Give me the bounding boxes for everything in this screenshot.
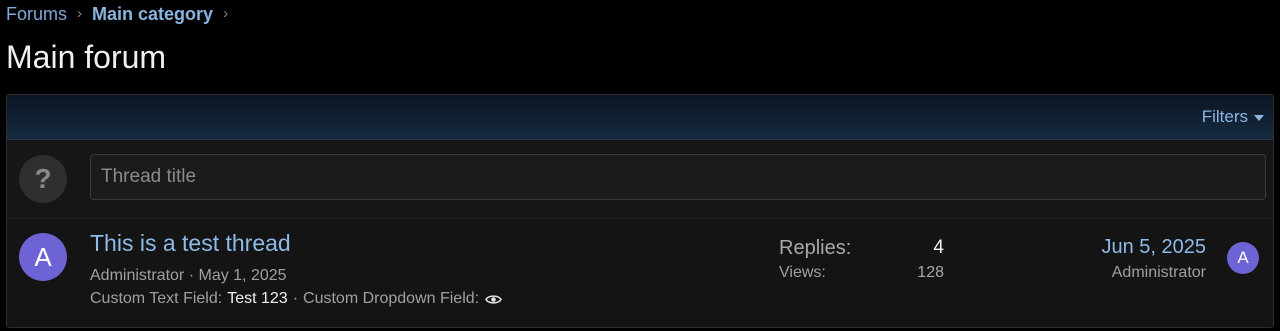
custom-text-field-value: Test 123 — [227, 290, 288, 307]
thread-title-link[interactable]: This is a test thread — [90, 229, 291, 257]
meta-separator: · — [188, 267, 195, 284]
field-separator: · — [292, 290, 299, 307]
thread-stats: Replies: 4 Views: 128 — [779, 236, 944, 284]
custom-text-field-label: Custom Text Field: — [90, 290, 223, 307]
filters-button[interactable]: Filters — [1202, 107, 1264, 127]
eye-icon — [485, 293, 502, 306]
views-count: 128 — [917, 264, 944, 281]
quick-thread-row: ? — [7, 140, 1273, 219]
unknown-avatar-icon: ? — [19, 155, 67, 203]
thread-row: A This is a test thread Administrator · … — [7, 219, 1273, 327]
thread-title-input[interactable] — [90, 154, 1266, 200]
last-poster-avatar[interactable]: A — [1227, 242, 1259, 274]
thread-start-date-link[interactable]: May 1, 2025 — [198, 267, 286, 284]
replies-count: 4 — [933, 237, 944, 258]
views-label: Views: — [779, 264, 826, 281]
caret-down-icon — [1254, 114, 1264, 121]
breadcrumb-main-category-link[interactable]: Main category — [92, 3, 213, 25]
block-filter-bar: Filters — [7, 95, 1273, 140]
last-post-user[interactable]: Administrator — [1101, 262, 1206, 284]
breadcrumb-separator-icon: › — [77, 5, 83, 22]
replies-label: Replies: — [779, 237, 852, 259]
last-post-date-link[interactable]: Jun 5, 2025 — [1101, 235, 1206, 259]
page-title: Main forum — [6, 39, 167, 75]
breadcrumb-forums-link[interactable]: Forums — [6, 3, 67, 25]
filters-label: Filters — [1201, 107, 1248, 126]
thread-author-link[interactable]: Administrator — [90, 267, 184, 284]
thread-list-block: Filters ? A This is a test thread Admini… — [6, 94, 1274, 328]
thread-meta: Administrator · May 1, 2025 — [90, 266, 287, 286]
breadcrumb-separator-icon: › — [223, 5, 229, 22]
thread-custom-fields: Custom Text Field: Test 123 · Custom Dro… — [90, 289, 502, 309]
last-post-info: Jun 5, 2025 Administrator — [1101, 235, 1206, 284]
breadcrumb: Forums › Main category › — [6, 3, 238, 25]
author-avatar[interactable]: A — [19, 233, 67, 281]
custom-dropdown-field-label: Custom Dropdown Field: — [303, 290, 480, 307]
